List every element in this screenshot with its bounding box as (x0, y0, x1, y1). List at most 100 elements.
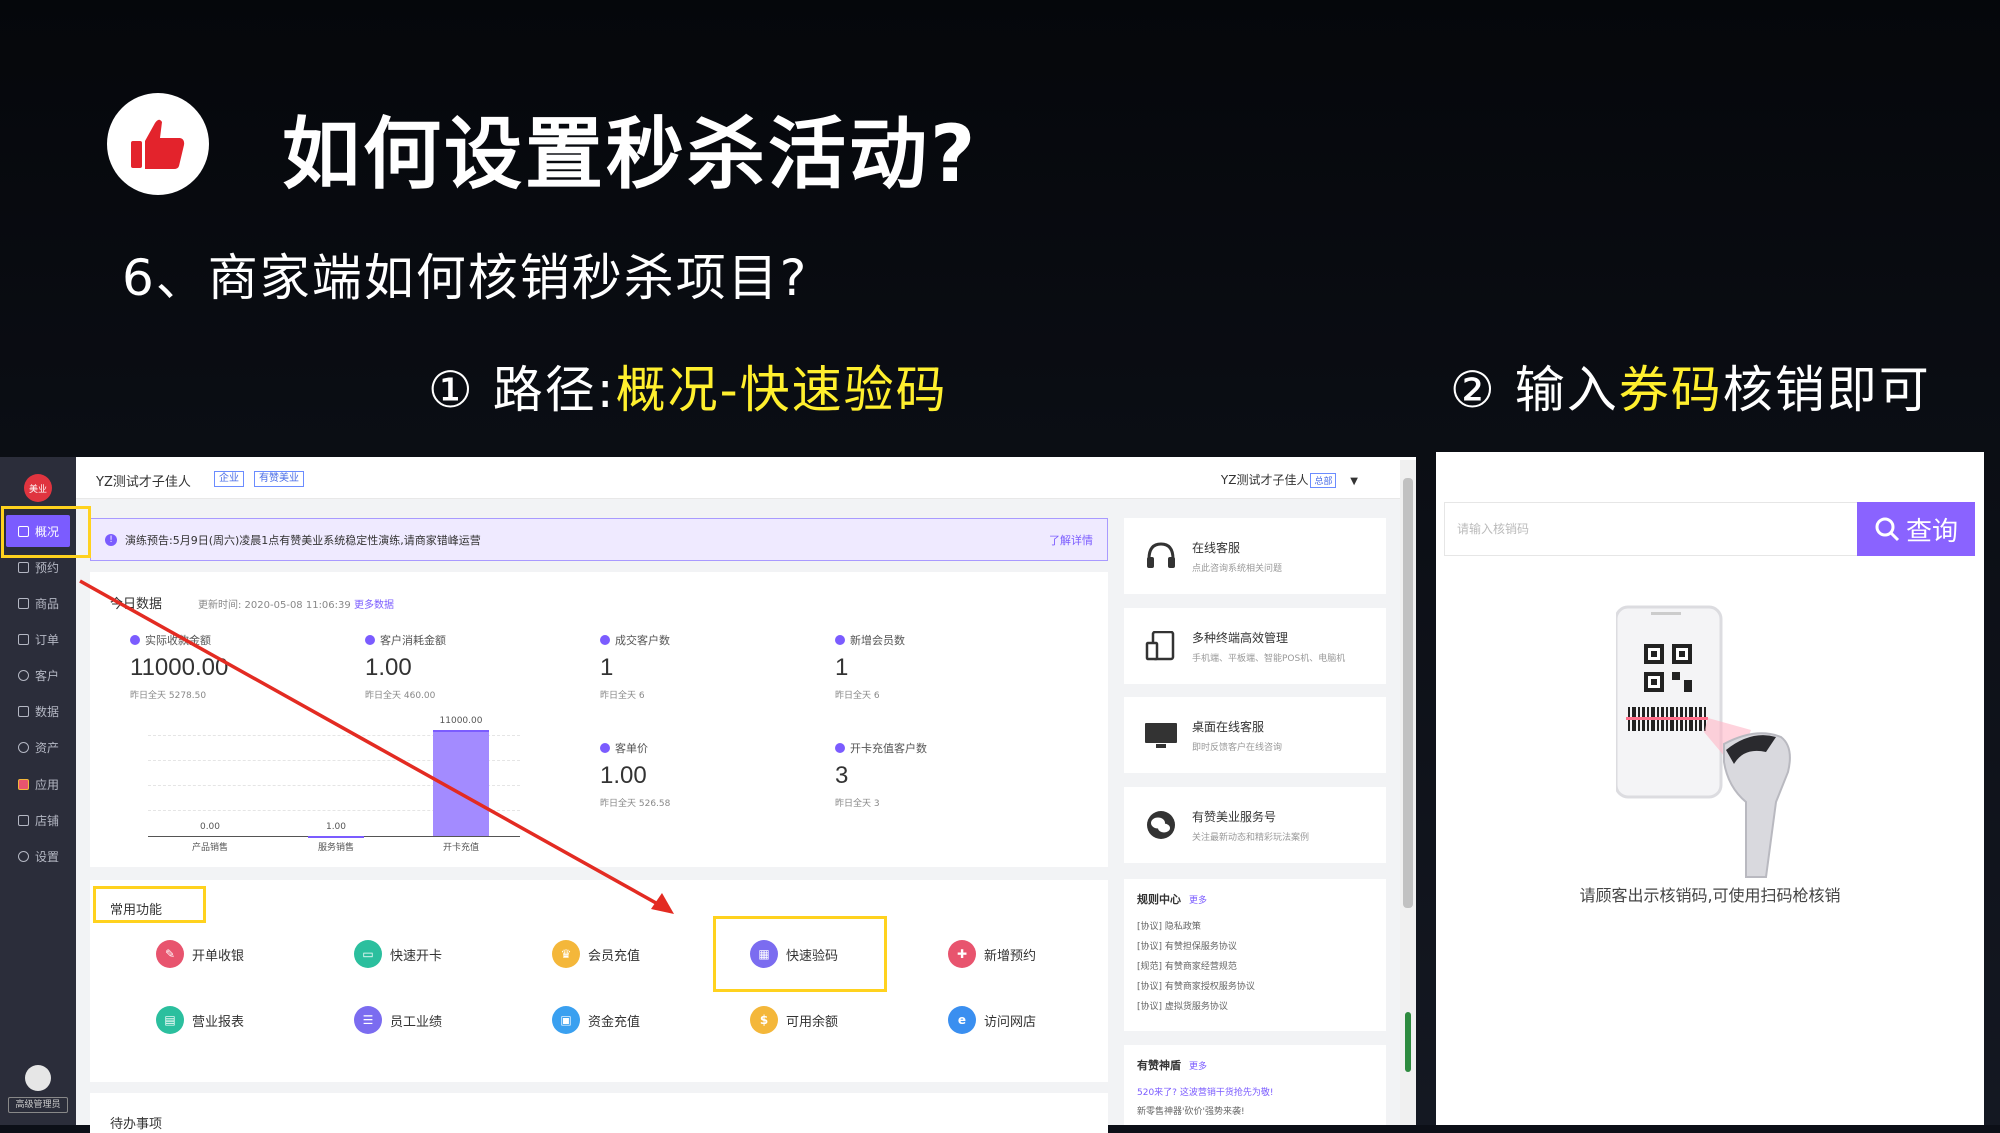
news-link[interactable]: 520来了? 这波营销干货抢先为敬! (1137, 1085, 1373, 1098)
rule-link[interactable]: [协议] 有赞担保服务协议 (1137, 939, 1373, 952)
sidebar-item-settings[interactable]: 设置 (0, 840, 76, 872)
brand-logo[interactable]: 美业 (24, 474, 52, 502)
sidebar-item-label: 设置 (35, 849, 60, 864)
sidebar-item-label: 资产 (35, 740, 60, 755)
sidebar-item-assets[interactable]: 资产 (0, 731, 76, 763)
function-item[interactable]: $ 可用余额 (750, 1006, 838, 1034)
stat-value: 11000.00 (130, 654, 229, 681)
rule-link[interactable]: [协议] 虚拟货服务协议 (1137, 999, 1373, 1012)
rules-more-link[interactable]: 更多 (1189, 896, 1207, 906)
sidebar-item-goods[interactable]: 商品 (0, 587, 76, 619)
service-desc: 点此咨询系统相关问题 (1192, 563, 1283, 574)
rule-link[interactable]: [协议] 隐私政策 (1137, 919, 1373, 932)
verify-code-screenshot: 请输入核销码 查询 请顾客出示核销码,可使用扫码枪核销 (1436, 452, 1984, 1125)
service-online[interactable]: 在线客服点此咨询系统相关问题 (1124, 518, 1386, 594)
update-time-text: 更新时间: 2020-05-08 11:06:39 (198, 600, 351, 611)
sidebar-item-label: 订单 (35, 632, 60, 647)
step-two-caption: ② 输入券码核销即可 (1450, 350, 1931, 422)
slide-title: 如何设置秒杀活动? (282, 110, 979, 200)
sidebar-item-label: 客户 (35, 668, 60, 683)
notice-detail-link[interactable]: 了解详情 (1049, 532, 1093, 548)
user-name: YZ测试才子佳人 (1220, 473, 1309, 487)
sidebar-item-apps[interactable]: 应用 (0, 768, 76, 800)
highlight-quick-verify (713, 916, 887, 992)
calendar-icon (18, 561, 29, 573)
user-menu[interactable]: YZ测试才子佳人 总部 ▼ (1221, 471, 1358, 488)
stat-value: 1.00 (600, 762, 647, 789)
function-label: 开单收银 (192, 948, 245, 964)
sidebar-item-data[interactable]: 数据 (0, 695, 76, 727)
more-data-link[interactable]: 更多数据 (354, 600, 394, 611)
stat-yesterday: 昨日全天 6 (835, 691, 880, 701)
stat-yesterday: 昨日全天 5278.50 (130, 691, 207, 701)
chart-category-label: 开卡充值 (442, 843, 479, 853)
sidebar-item-orders[interactable]: 订单 (0, 623, 76, 655)
browser-icon: e (948, 1006, 976, 1034)
chart-value-label: 11000.00 (439, 716, 483, 726)
function-item[interactable]: e 访问网店 (948, 1006, 1036, 1034)
user-icon (600, 635, 610, 645)
function-item[interactable]: ♛ 会员充值 (552, 940, 640, 968)
receipt-icon: ✎ (156, 940, 184, 968)
function-item[interactable]: ▣ 资金充值 (552, 1006, 640, 1034)
service-title: 在线客服 (1192, 540, 1241, 555)
service-wechat[interactable]: 有赞美业服务号 关注最新动态和精彩玩法案例 (1124, 787, 1386, 863)
verify-code-input[interactable]: 请输入核销码 (1444, 502, 1864, 556)
today-data-title: 今日数据 (110, 597, 163, 612)
chevron-down-icon[interactable]: ▼ (1350, 476, 1358, 487)
bag-icon (18, 597, 29, 609)
card-icon (835, 743, 845, 753)
service-desc: 手机端、平板端、智能POS机、电脑机 (1192, 653, 1346, 664)
function-item[interactable]: ☰ 员工业绩 (354, 1006, 442, 1034)
staff-icon: ☰ (354, 1006, 382, 1034)
function-label: 资金充值 (588, 1014, 641, 1030)
stat-actual-income: 实际收款金额 11000.00 昨日全天 5278.50 (130, 632, 228, 701)
step-two-prefix: ② 输入 (1450, 361, 1619, 419)
verify-tip: 请顾客出示核销码,可使用扫码枪核销 (1579, 886, 1841, 905)
sidebar-item-customers[interactable]: 客户 (0, 659, 76, 691)
function-item[interactable]: ✎ 开单收银 (156, 940, 244, 968)
news-link[interactable]: 新零售神器'砍价'强势来袭! (1137, 1104, 1373, 1117)
avatar[interactable] (25, 1065, 51, 1091)
news-panel: 有赞神盾 更多 520来了? 这波营销干货抢先为敬! 新零售神器'砍价'强势来袭! (1124, 1045, 1386, 1125)
scrollbar-thumb[interactable] (1403, 478, 1413, 908)
step-one-prefix: ① 路径: (428, 361, 616, 419)
common-functions-panel (90, 880, 1108, 1082)
stat-customer-consumption: 客户消耗金额 1.00 昨日全天 460.00 (365, 632, 446, 701)
stat-label: 开卡充值客户数 (850, 742, 927, 755)
chart-category-label: 产品销售 (191, 843, 228, 853)
chart-value-label: 1.00 (325, 821, 347, 832)
top-bar: YZ测试才子佳人 企业 有赞美业 YZ测试才子佳人 总部 ▼ (76, 457, 1416, 499)
bar-chart-icon (18, 705, 29, 717)
query-button[interactable]: 查询 (1857, 502, 1975, 556)
sidebar-item-store[interactable]: 店铺 (0, 804, 76, 836)
stat-value: 1 (835, 654, 849, 681)
wechat-icon (1144, 810, 1178, 840)
shop-name: YZ测试才子佳人 (96, 475, 191, 490)
function-label: 员工业绩 (390, 1014, 443, 1030)
sidebar-item-label: 商品 (35, 596, 60, 611)
function-item[interactable]: ▭ 快速开卡 (354, 940, 442, 968)
step-two-suffix: 核销即可 (1722, 361, 1931, 419)
function-item[interactable]: ▤ 营业报表 (156, 1006, 244, 1034)
function-item[interactable]: ✚ 新增预约 (948, 940, 1036, 968)
service-multi-terminal[interactable]: 多种终端高效管理 手机端、平板端、智能POS机、电脑机 (1124, 608, 1386, 684)
sidebar-item-label: 应用 (35, 777, 60, 792)
news-more-link[interactable]: 更多 (1189, 1062, 1207, 1072)
service-title: 桌面在线客服 (1192, 719, 1265, 734)
add-user-icon (835, 635, 845, 645)
card-icon: ▭ (354, 940, 382, 968)
todo-title: 待办事项 (110, 1117, 163, 1132)
rule-link[interactable]: [协议] 有赞商家授权服务协议 (1137, 979, 1373, 992)
highlight-overview (1, 506, 91, 558)
stat-yesterday: 昨日全天 6 (600, 691, 645, 701)
slide-subtitle: 6、商家端如何核销秒杀项目? (122, 249, 809, 307)
stat-card-recharge-customers: 开卡充值客户数 3 昨日全天 3 (835, 740, 927, 809)
chart-bar (433, 730, 489, 836)
service-title: 有赞美业服务号 (1192, 809, 1277, 824)
balance-icon: $ (750, 1006, 778, 1034)
money-icon (130, 635, 140, 645)
service-desktop[interactable]: 桌面在线客服 即时反馈客户在线咨询 (1124, 697, 1386, 773)
rule-link[interactable]: [规范] 有赞商家经营规范 (1137, 959, 1373, 972)
store-icon (18, 814, 29, 826)
